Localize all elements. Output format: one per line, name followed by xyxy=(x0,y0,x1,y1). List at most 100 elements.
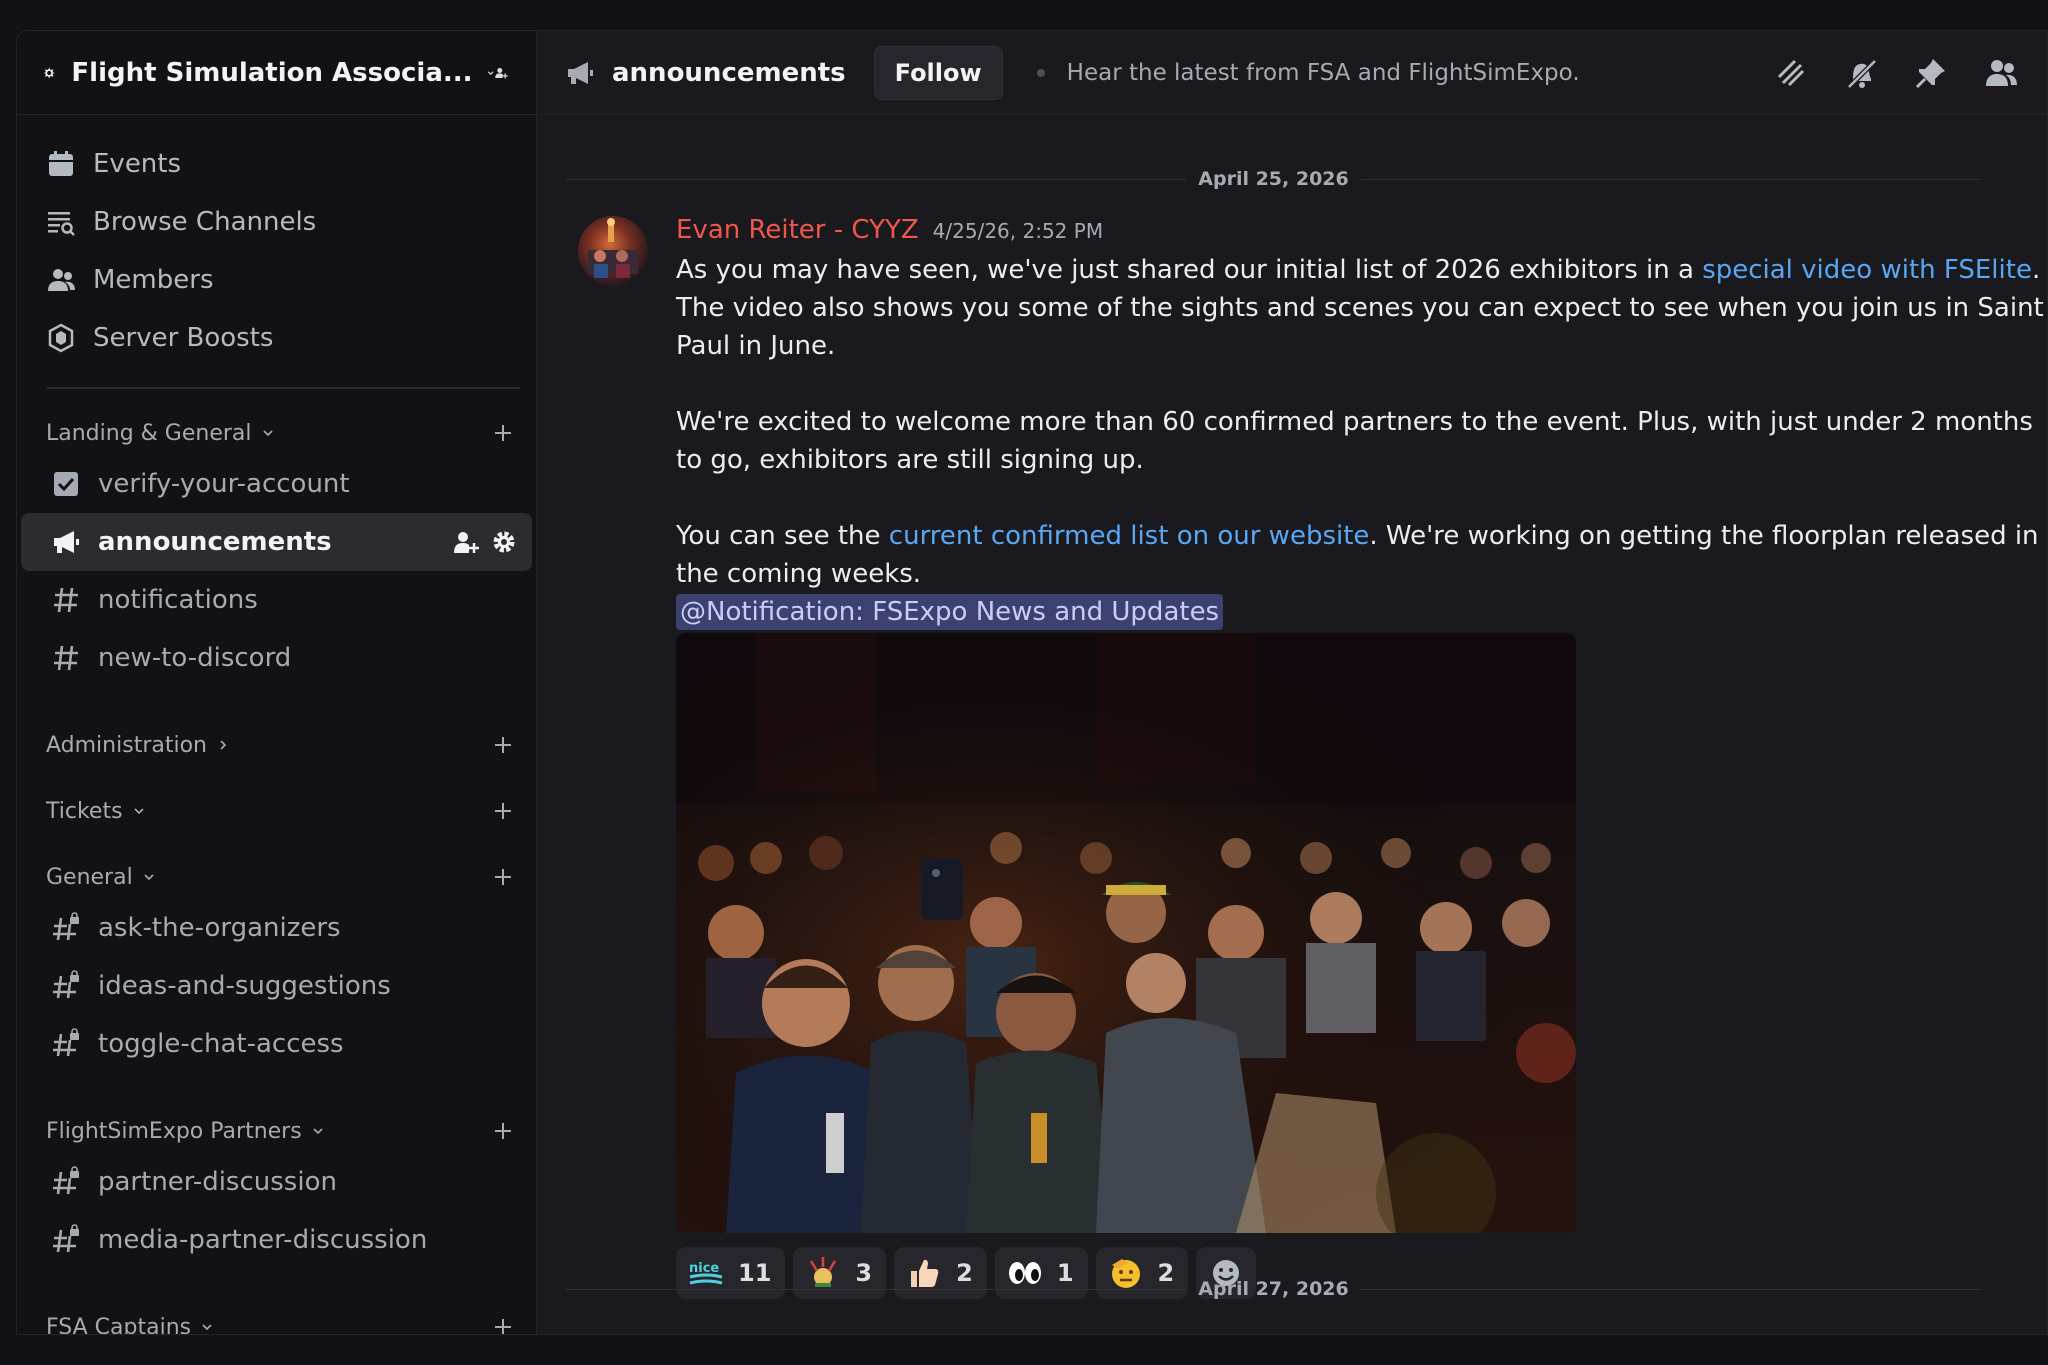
channel-topic[interactable]: Hear the latest from FSA and FlightSimEx… xyxy=(1067,60,1580,86)
locked-hashtag-icon xyxy=(53,1028,79,1057)
channel-announcements[interactable]: announcements xyxy=(21,513,532,571)
create-invite-icon[interactable] xyxy=(452,528,480,556)
category-label: Tickets xyxy=(46,798,123,824)
channel-ask-the-organizers[interactable]: ask-the-organizers xyxy=(21,899,532,957)
channel-notifications[interactable]: notifications xyxy=(21,571,532,629)
discord-window: Flight Simulation Associa... Events Brow… xyxy=(16,30,2048,1335)
category-label: FlightSimExpo Partners xyxy=(46,1118,302,1144)
nav-label: Members xyxy=(93,265,214,295)
members-icon xyxy=(48,269,75,291)
gear-icon[interactable] xyxy=(490,528,518,556)
category-general[interactable]: General xyxy=(17,855,536,899)
create-channel-plus-icon[interactable] xyxy=(492,800,514,822)
channel-label: ask-the-organizers xyxy=(98,913,341,943)
mute-bell-icon[interactable] xyxy=(1843,55,1879,91)
nav-browse-channels[interactable]: Browse Channels xyxy=(29,193,524,251)
create-channel-plus-icon[interactable] xyxy=(492,866,514,888)
threads-icon[interactable] xyxy=(1773,55,1809,91)
confirmed-list-link[interactable]: current confirmed list on our website xyxy=(889,521,1370,551)
sidebar-divider xyxy=(47,387,520,389)
server-name: Flight Simulation Associa... xyxy=(71,57,473,88)
nav-label: Browse Channels xyxy=(93,207,317,237)
locked-hashtag-icon xyxy=(53,1166,79,1195)
channel-label: partner-discussion xyxy=(98,1167,337,1197)
category-label: Administration xyxy=(46,732,207,758)
topic-divider-dot xyxy=(1036,68,1045,77)
message-timestamp[interactable]: 4/25/26, 2:52 PM xyxy=(933,219,1103,243)
category-flightsimexpo-partners[interactable]: FlightSimExpo Partners xyxy=(17,1109,536,1153)
channel-ideas-and-suggestions[interactable]: ideas-and-suggestions xyxy=(21,957,532,1015)
nav-label: Server Boosts xyxy=(93,323,274,353)
divider-line xyxy=(1360,178,1982,180)
attached-photo[interactable] xyxy=(676,633,1576,1233)
chevron-down-icon xyxy=(133,808,144,815)
server-logo-icon xyxy=(43,67,55,78)
channel-new-to-discord[interactable]: new-to-discord xyxy=(21,629,532,687)
locked-hashtag-icon xyxy=(53,1224,79,1253)
divider-line xyxy=(1360,1288,1982,1290)
role-mention[interactable]: @Notification: FSExpo News and Updates xyxy=(676,594,1224,630)
chevron-down-icon xyxy=(202,1324,212,1331)
category-administration[interactable]: Administration xyxy=(17,723,536,767)
create-channel-plus-icon[interactable] xyxy=(492,422,514,444)
channel-label: toggle-chat-access xyxy=(98,1029,344,1059)
message-header: Evan Reiter - CYYZ 4/25/26, 2:52 PM xyxy=(676,215,1103,245)
server-nav: Events Browse Channels Members Server Bo… xyxy=(17,115,536,367)
nav-server-boosts[interactable]: Server Boosts xyxy=(29,309,524,367)
category-landing-general[interactable]: Landing & General xyxy=(17,411,536,455)
message-content: As you may have seen, we've just shared … xyxy=(676,251,2046,631)
category-label: General xyxy=(46,864,133,890)
message-paragraph: You can see the current confirmed list o… xyxy=(676,517,2046,593)
chevron-down-icon xyxy=(313,1128,323,1135)
pin-icon[interactable] xyxy=(1913,55,1949,91)
category-fsa-captains[interactable]: FSA Captains xyxy=(17,1305,536,1335)
date-label: April 27, 2026 xyxy=(1198,1278,1349,1300)
megaphone-icon xyxy=(54,531,79,553)
avatar[interactable] xyxy=(578,216,648,286)
calendar-icon xyxy=(49,151,73,176)
hashtag-icon xyxy=(54,587,78,613)
channel-label: media-partner-discussion xyxy=(98,1225,428,1255)
create-channel-plus-icon[interactable] xyxy=(492,1120,514,1142)
channel-label: announcements xyxy=(98,527,332,557)
avatar-image xyxy=(588,218,638,278)
header-toolbar xyxy=(1773,55,2047,91)
date-divider: April 25, 2026 xyxy=(566,167,1982,191)
channel-actions xyxy=(452,528,518,556)
channel-label: notifications xyxy=(98,585,258,615)
divider-line xyxy=(566,178,1187,180)
chevron-right-icon xyxy=(220,740,227,750)
channel-partner-discussion[interactable]: partner-discussion xyxy=(21,1153,532,1211)
hashtag-icon xyxy=(54,645,78,671)
date-divider: April 27, 2026 xyxy=(566,1277,1982,1301)
chevron-down-icon xyxy=(262,430,273,437)
megaphone-icon xyxy=(568,61,593,84)
text: You can see the xyxy=(676,521,889,551)
browse-channels-icon xyxy=(48,212,75,236)
follow-button[interactable]: Follow xyxy=(873,45,1003,100)
server-header[interactable]: Flight Simulation Associa... xyxy=(17,31,536,115)
category-tickets[interactable]: Tickets xyxy=(17,789,536,833)
invite-people-icon[interactable] xyxy=(494,56,508,90)
nav-label: Events xyxy=(93,149,182,179)
author-name[interactable]: Evan Reiter - CYYZ xyxy=(676,215,919,245)
category-label: Landing & General xyxy=(46,420,252,446)
special-video-link[interactable]: special video with FSElite xyxy=(1702,255,2032,285)
create-channel-plus-icon[interactable] xyxy=(492,734,514,756)
channel-title: announcements xyxy=(612,57,846,88)
member-list-icon[interactable] xyxy=(1983,55,2019,91)
chevron-down-icon xyxy=(487,70,494,75)
channel-label: new-to-discord xyxy=(98,643,292,673)
create-channel-plus-icon[interactable] xyxy=(492,1316,514,1335)
channel-media-partner-discussion[interactable]: media-partner-discussion xyxy=(21,1211,532,1269)
text: As you may have seen, we've just shared … xyxy=(676,255,1703,285)
category-label: FSA Captains xyxy=(46,1314,192,1335)
nav-events[interactable]: Events xyxy=(29,135,524,193)
locked-hashtag-icon xyxy=(53,912,79,941)
channel-label: verify-your-account xyxy=(98,469,350,499)
channel-label: ideas-and-suggestions xyxy=(98,971,391,1001)
chat-area: announcements Follow Hear the latest fro… xyxy=(538,31,2047,1334)
channel-verify-your-account[interactable]: verify-your-account xyxy=(21,455,532,513)
channel-toggle-chat-access[interactable]: toggle-chat-access xyxy=(21,1015,532,1073)
nav-members[interactable]: Members xyxy=(29,251,524,309)
